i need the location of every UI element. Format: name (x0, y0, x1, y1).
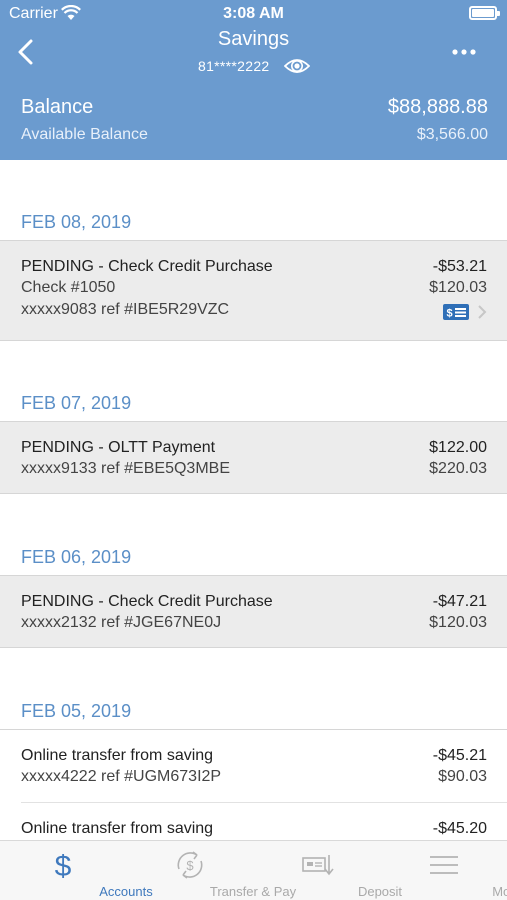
transaction-description: PENDING - Check Credit Purchase (21, 258, 273, 275)
tab-bar: $ Accounts $ Transfer & Pay Deposit More (0, 840, 507, 900)
page-title: Savings (217, 28, 290, 50)
transaction-description: Online transfer from saving (21, 820, 214, 837)
check-image-icon[interactable]: $ (443, 304, 469, 320)
menu-icon (430, 856, 458, 874)
running-balance: $90.03 (438, 768, 487, 785)
date-header: FEB 06, 2019 (21, 547, 132, 567)
transfer-pay-icon: $ (177, 851, 203, 879)
svg-text:$: $ (55, 850, 72, 881)
header: Carrier 3:08 AM Savings 81****2222 Balan… (0, 0, 507, 160)
transaction-reference: xxxxx2132 ref #JGE67NE0J (21, 614, 222, 631)
account-number: 81****2222 (198, 58, 270, 74)
balance-label: Balance (21, 96, 94, 118)
transaction-description: PENDING - OLTT Payment (21, 439, 216, 456)
date-header: FEB 05, 2019 (21, 701, 132, 721)
date-header: FEB 08, 2019 (21, 212, 132, 232)
row-divider (21, 802, 507, 803)
dollar-icon: $ (55, 850, 72, 881)
date-header: FEB 07, 2019 (21, 393, 132, 413)
transaction-amount: -$47.21 (432, 593, 487, 610)
transaction-reference: xxxxx4222 ref #UGM673I2P (21, 768, 222, 785)
tab-deposit[interactable]: Deposit (254, 841, 402, 900)
deposit-icon (302, 855, 334, 876)
battery-icon (469, 6, 500, 20)
transaction-amount: -$45.21 (432, 747, 487, 764)
transaction-amount: -$45.20 (432, 820, 487, 837)
tab-accounts[interactable]: $ Accounts (0, 841, 153, 900)
eye-icon[interactable] (284, 56, 310, 76)
transaction-row[interactable]: PENDING - OLTT Payment xxxxx9133 ref #EB… (0, 421, 507, 494)
svg-text:$: $ (186, 858, 194, 873)
tab-more[interactable]: More (381, 841, 507, 900)
running-balance: $120.03 (429, 279, 487, 296)
transaction-amount: $122.00 (429, 439, 487, 456)
transaction-reference: xxxxx9133 ref #EBE5Q3MBE (21, 460, 230, 477)
more-options-button[interactable] (451, 48, 477, 56)
status-bar: Carrier 3:08 AM (0, 0, 507, 28)
transaction-check-number: Check #1050 (21, 279, 116, 296)
transaction-group: Online transfer from saving xxxxx4222 re… (0, 729, 507, 840)
available-balance-label: Available Balance (21, 126, 148, 143)
transaction-reference: xxxxx9083 ref #IBE5R29VZC (21, 301, 230, 318)
transaction-amount: -$53.21 (432, 258, 487, 275)
transaction-list[interactable]: FEB 08, 2019 PENDING - Check Credit Purc… (0, 160, 507, 840)
status-time: 3:08 AM (223, 5, 284, 22)
tab-label: More (492, 884, 507, 899)
transaction-description: Online transfer from saving (21, 747, 214, 764)
svg-text:$: $ (446, 308, 452, 320)
transaction-row[interactable]: PENDING - Check Credit Purchase Check #1… (0, 240, 507, 341)
available-balance-value: $3,566.00 (416, 126, 488, 143)
chevron-right-icon[interactable] (477, 304, 487, 320)
tab-transfer-pay[interactable]: $ Transfer & Pay (127, 841, 296, 900)
balance-value: $88,888.88 (387, 96, 488, 118)
transaction-row[interactable]: PENDING - Check Credit Purchase xxxxx213… (0, 575, 507, 648)
running-balance: $120.03 (429, 614, 487, 631)
running-balance: $220.03 (429, 460, 487, 477)
transaction-description: PENDING - Check Credit Purchase (21, 593, 273, 610)
